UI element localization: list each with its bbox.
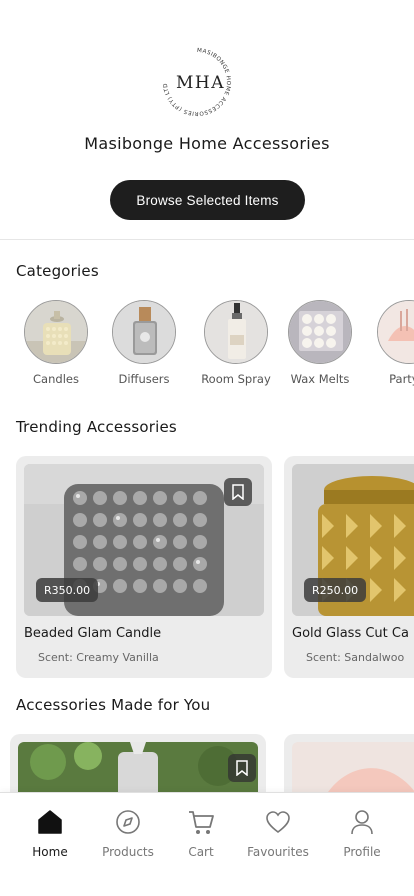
category-wax-melts[interactable]: Wax Melts bbox=[277, 298, 363, 386]
nav-profile[interactable]: Profile bbox=[322, 807, 402, 859]
heart-icon bbox=[266, 811, 290, 834]
category-label: Room Spray bbox=[201, 372, 271, 386]
product-name: Beaded Glam Candle bbox=[24, 626, 162, 641]
category-candles[interactable]: Candles bbox=[13, 298, 99, 386]
home-icon bbox=[38, 810, 62, 834]
price-badge: R250.00 bbox=[304, 578, 367, 602]
product-card[interactable] bbox=[284, 734, 414, 794]
browse-selected-items-button[interactable]: Browse Selected Items bbox=[110, 180, 305, 220]
room-spray-image bbox=[204, 300, 268, 364]
compass-icon bbox=[116, 810, 140, 834]
product-image bbox=[292, 742, 414, 794]
logo-monogram: MHA bbox=[176, 73, 225, 93]
category-diffusers[interactable]: Diffusers bbox=[101, 298, 187, 386]
categories-list: Candles Diffusers Room Spray Wax Melts P… bbox=[0, 298, 414, 394]
price-badge: R350.00 bbox=[36, 578, 99, 602]
product-card[interactable] bbox=[10, 734, 266, 794]
nav-label: Products bbox=[102, 845, 154, 859]
nav-home[interactable]: Home bbox=[10, 807, 90, 859]
person-icon bbox=[351, 810, 373, 835]
category-room-spray[interactable]: Room Spray bbox=[193, 298, 279, 386]
nav-label: Profile bbox=[343, 845, 381, 859]
party-favours-image bbox=[377, 300, 414, 364]
category-label: Diffusers bbox=[118, 372, 170, 386]
product-scent: Scent: Creamy Vanilla bbox=[38, 651, 159, 664]
categories-title: Categories bbox=[16, 262, 99, 280]
nav-favourites[interactable]: Favourites bbox=[238, 807, 318, 859]
store-name: Masibonge Home Accessories bbox=[84, 134, 330, 153]
category-label: Wax Melts bbox=[290, 372, 350, 386]
nav-label: Cart bbox=[188, 845, 214, 859]
nav-products[interactable]: Products bbox=[88, 807, 168, 859]
trending-title: Trending Accessories bbox=[16, 418, 177, 436]
diffuser-image bbox=[112, 300, 176, 364]
product-image: R350.00 bbox=[24, 464, 264, 616]
category-party-favours[interactable]: Party F bbox=[366, 298, 414, 386]
category-label: Candles bbox=[33, 372, 79, 386]
bookmark-icon[interactable] bbox=[224, 478, 252, 506]
candle-jar-image bbox=[24, 300, 88, 364]
nav-label: Home bbox=[32, 845, 68, 859]
product-scent: Scent: Sandalwoo bbox=[306, 651, 405, 664]
store-header: MASIBONGE HOME ACCESSORIES (PTY) LTD MHA… bbox=[0, 0, 414, 240]
trending-list: R350.00 Beaded Glam Candle Scent: Creamy… bbox=[0, 456, 414, 678]
product-card[interactable]: R350.00 Beaded Glam Candle Scent: Creamy… bbox=[16, 456, 272, 678]
product-image: R250.00 bbox=[292, 464, 414, 616]
made-for-you-title: Accessories Made for You bbox=[16, 696, 211, 714]
cart-icon bbox=[189, 811, 214, 834]
category-label: Party F bbox=[389, 372, 414, 386]
product-card[interactable]: R250.00 Gold Glass Cut Ca Scent: Sandalw… bbox=[284, 456, 414, 678]
made-for-you-list bbox=[0, 734, 414, 794]
nav-cart[interactable]: Cart bbox=[161, 807, 241, 859]
wax-melts-image bbox=[288, 300, 352, 364]
nav-label: Favourites bbox=[247, 845, 309, 859]
store-logo: MASIBONGE HOME ACCESSORIES (PTY) LTD MHA bbox=[146, 44, 248, 120]
product-name: Gold Glass Cut Ca bbox=[292, 626, 409, 641]
bookmark-icon[interactable] bbox=[228, 754, 256, 782]
bottom-navigation: Home Products Cart Favourites Profile bbox=[0, 792, 414, 896]
product-image bbox=[18, 742, 258, 794]
